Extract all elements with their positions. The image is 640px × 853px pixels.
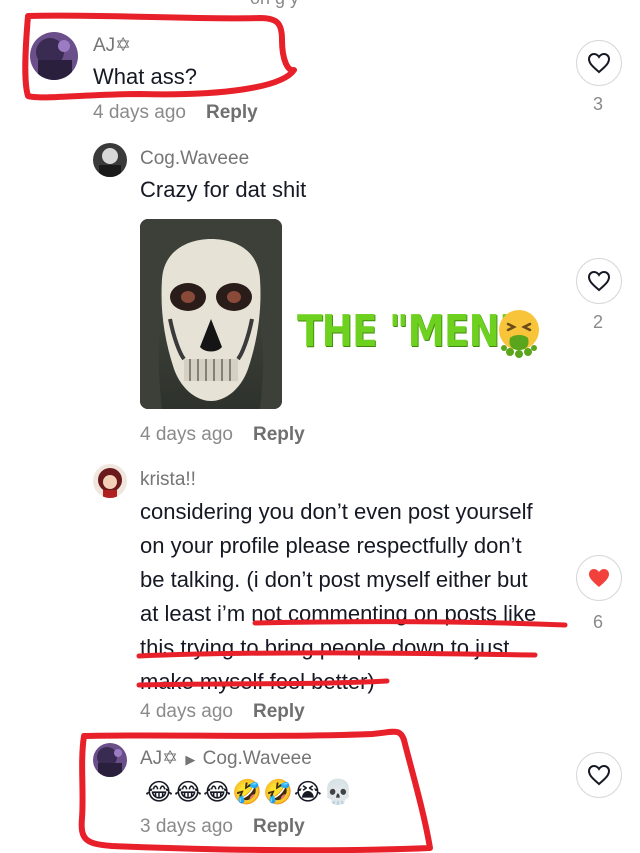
comment-username[interactable]: krista!! [140,469,196,491]
heart-outline-icon [587,270,611,292]
like-button[interactable] [576,752,622,798]
like-button[interactable] [576,258,622,304]
comment-image[interactable] [140,219,282,409]
comment-text: Crazy for dat shit [140,177,307,202]
reply-button[interactable]: Reply [253,424,305,445]
comment-timestamp: 4 days ago [140,424,233,445]
reply-button[interactable]: Reply [206,102,258,123]
comment-line: considering you don’t even post yourself [140,499,533,524]
like-count: 6 [592,612,603,632]
cutoff-text: on g y [250,0,299,9]
comment-timestamp: 4 days ago [93,102,186,123]
comment-username[interactable]: Cog.Waveee [140,148,249,170]
like-button[interactable] [576,555,622,601]
reply-button[interactable]: Reply [253,701,305,722]
comment-meta: 4 days ago Reply [93,102,258,124]
comment-meta: 4 days ago Reply [140,701,305,723]
vomit-emoji-icon [496,308,542,358]
comment-line: on your profile please respectfully don’… [140,533,522,558]
comment-line: be talking. (i don’t post myself either … [140,567,528,592]
annotation-box [22,12,297,101]
avatar[interactable] [93,464,127,498]
annotation-box [78,728,433,853]
like-button[interactable] [576,40,622,86]
like-count: 3 [592,94,603,114]
comment-meta: 4 days ago Reply [140,424,305,446]
heart-outline-icon [587,52,611,74]
annotation-underline [136,619,568,688]
heart-outline-icon [587,764,611,786]
comment-timestamp: 4 days ago [140,701,233,722]
avatar[interactable] [93,143,127,177]
sticker-text: THE "MEN" [297,306,519,357]
like-count: 2 [592,312,603,332]
heart-filled-icon [589,569,609,587]
